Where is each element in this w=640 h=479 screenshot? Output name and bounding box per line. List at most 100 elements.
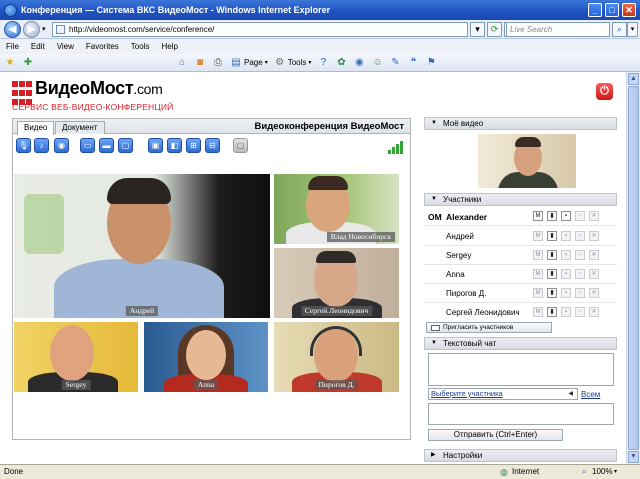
blog-icon[interactable]: ✎ [389, 57, 401, 69]
exit-power-button[interactable]: ⏻ [596, 83, 613, 100]
camera-icon[interactable]: ▪ [561, 269, 571, 279]
history-dropdown-icon[interactable]: ▾ [42, 25, 46, 33]
video-tile-6[interactable]: Пирогов Д. [274, 322, 399, 392]
remove-icon[interactable]: ✕ [589, 250, 599, 260]
mode-icon[interactable]: M [533, 211, 543, 221]
remove-icon[interactable]: ✕ [589, 269, 599, 279]
zoom-icon[interactable]: ⌕ [582, 466, 586, 478]
layout-single-icon[interactable]: ▭ [80, 138, 95, 153]
tab-document[interactable]: Документ [55, 121, 105, 134]
refresh-icon[interactable]: ⟳ [487, 22, 502, 37]
send-to-all-link[interactable]: Всем [581, 390, 600, 399]
participant-row[interactable]: Сергей Леонидович M ▮ ▪ ▫ ✕ [424, 303, 617, 322]
view-icon[interactable]: ▫ [575, 288, 585, 298]
chat-history[interactable] [428, 353, 614, 386]
video-tile-2[interactable]: Влад Новосибирск [274, 174, 399, 244]
search-icon[interactable]: ⌕ [612, 22, 627, 37]
view-two-icon[interactable]: ◧ [167, 138, 182, 153]
invite-participants-button[interactable]: Пригласить участников [426, 322, 552, 333]
chevron-down-icon[interactable]: ▾ [614, 466, 617, 478]
speaker-icon[interactable]: ♪ [34, 138, 49, 153]
mode-icon[interactable]: M [533, 231, 543, 241]
menu-favorites[interactable]: Favorites [86, 42, 119, 51]
view-icon[interactable]: ▫ [575, 211, 585, 221]
scroll-down-icon[interactable]: ▼ [628, 451, 639, 463]
remove-icon[interactable]: ✕ [589, 288, 599, 298]
camera-icon[interactable]: ▪ [561, 250, 571, 260]
menu-tools[interactable]: Tools [131, 42, 150, 51]
chat-bubble-icon[interactable]: ❝ [407, 57, 419, 69]
bookmark-icon[interactable]: ⚑ [425, 57, 437, 69]
print-icon[interactable]: ⎙ [212, 57, 224, 69]
send-message-button[interactable]: Отправить (Ctrl+Enter) [428, 429, 563, 441]
camera-icon[interactable]: ▪ [561, 307, 571, 317]
camera-icon[interactable]: ◉ [54, 138, 69, 153]
menu-file[interactable]: File [6, 42, 19, 51]
feeds-icon[interactable]: ◙ [194, 57, 206, 69]
messenger-icon[interactable]: ☺ [371, 57, 383, 69]
microphone-icon[interactable]: ▮ [547, 250, 557, 260]
back-button[interactable]: ◀ [4, 21, 21, 38]
camera-icon[interactable]: ▪ [561, 288, 571, 298]
camera-icon[interactable]: ▪ [561, 231, 571, 241]
video-tile-5[interactable]: Anna [144, 322, 268, 392]
view-icon[interactable]: ▫ [575, 250, 585, 260]
chat-recipient-select[interactable]: Выберите участника ◀ [428, 388, 578, 400]
participant-row[interactable]: Пирогов Д. M ▮ ▪ ▫ ✕ [424, 284, 617, 303]
favorites-star-icon[interactable]: ★ [4, 57, 16, 69]
layout-window-icon[interactable]: ▢ [118, 138, 133, 153]
mode-icon[interactable]: M [533, 250, 543, 260]
view-four-icon[interactable]: ⊞ [186, 138, 201, 153]
participant-row-me[interactable]: OM Alexander M ▮ ▪ ▫ ✕ [424, 207, 617, 226]
tab-video[interactable]: Видео [17, 121, 55, 135]
mode-icon[interactable]: M [533, 269, 543, 279]
video-tile-4[interactable]: Sergey [14, 322, 138, 392]
view-icon[interactable]: ▫ [575, 269, 585, 279]
close-window-button[interactable]: ✕ [622, 3, 636, 17]
home-icon[interactable]: ⌂ [176, 57, 188, 69]
microphone-icon[interactable]: ▮ [547, 288, 557, 298]
microphone-icon[interactable]: ▮ [547, 269, 557, 279]
chat-message-input[interactable] [428, 403, 614, 425]
view-one-icon[interactable]: ▣ [148, 138, 163, 153]
settings-header[interactable]: ▶ Настройки [424, 449, 617, 462]
menu-help[interactable]: Help [161, 42, 177, 51]
page-menu[interactable]: ▤ Page ▾ [230, 57, 267, 69]
menu-edit[interactable]: Edit [31, 42, 45, 51]
remove-icon[interactable]: ✕ [589, 307, 599, 317]
microphone-icon[interactable]: ▮ [547, 307, 557, 317]
participants-header[interactable]: ▼ Участники [424, 193, 617, 206]
url-field[interactable]: http://videomost.com/service/conference/ [52, 22, 468, 37]
fullscreen-icon[interactable]: ▢ [233, 138, 248, 153]
chat-header[interactable]: ▼ Текстовый чат [424, 337, 617, 350]
my-video-header[interactable]: ▼ Моё видео [424, 117, 617, 130]
menu-view[interactable]: View [57, 42, 74, 51]
remove-icon[interactable]: ✕ [589, 231, 599, 241]
url-dropdown-button[interactable]: ▾ [470, 22, 485, 37]
zoom-level[interactable]: 100% [592, 466, 612, 478]
research-icon[interactable]: ◉ [353, 57, 365, 69]
addon-icon[interactable]: ✿ [335, 57, 347, 69]
search-options-icon[interactable]: ▾ [627, 22, 638, 37]
help-icon[interactable]: ? [317, 57, 329, 69]
scroll-thumb[interactable] [628, 86, 639, 450]
participant-row[interactable]: Anna M ▮ ▪ ▫ ✕ [424, 265, 617, 284]
add-favorites-icon[interactable]: ✚ [22, 57, 34, 69]
remove-icon[interactable]: ✕ [589, 211, 599, 221]
microphone-icon[interactable]: 🎙 [16, 138, 31, 153]
tools-menu[interactable]: ⚙ Tools ▾ [274, 57, 311, 69]
mode-icon[interactable]: M [533, 307, 543, 317]
forward-button[interactable]: ▶ [23, 21, 40, 38]
microphone-icon[interactable]: ▮ [547, 211, 557, 221]
view-grid-icon[interactable]: ⊟ [205, 138, 220, 153]
video-tile-3[interactable]: Сергей Леонидович [274, 248, 399, 318]
page-scrollbar[interactable]: ▲ ▼ [626, 72, 640, 464]
search-input[interactable]: Live Search [506, 22, 610, 37]
layout-wide-icon[interactable]: ▬ [99, 138, 114, 153]
maximize-button[interactable]: □ [605, 3, 619, 17]
view-icon[interactable]: ▫ [575, 231, 585, 241]
participant-row[interactable]: Андрей M ▮ ▪ ▫ ✕ [424, 227, 617, 246]
scroll-up-icon[interactable]: ▲ [628, 73, 639, 85]
camera-icon[interactable]: ▪ [561, 211, 571, 221]
view-icon[interactable]: ▫ [575, 307, 585, 317]
